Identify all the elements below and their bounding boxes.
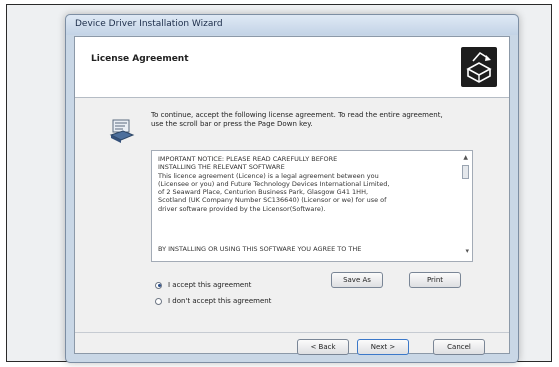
scroll-up-arrow-icon[interactable]: ▲ <box>463 154 468 161</box>
wizard-window: Device Driver Installation Wizard Licens… <box>65 14 519 363</box>
print-button[interactable]: Print <box>409 272 461 288</box>
window-title: Device Driver Installation Wizard <box>75 19 223 29</box>
page-title: License Agreement <box>91 54 189 64</box>
back-button[interactable]: < Back <box>297 339 349 355</box>
accept-agreement-option[interactable]: I accept this agreement <box>155 280 251 290</box>
accept-label: I accept this agreement <box>168 281 252 289</box>
image-frame: Device Driver Installation Wizard Licens… <box>6 4 552 363</box>
installer-box-icon <box>461 47 497 87</box>
license-certificate-icon <box>109 117 135 143</box>
title-bar[interactable]: Device Driver Installation Wizard <box>66 15 518 35</box>
decline-radio[interactable] <box>155 297 162 305</box>
save-as-button[interactable]: Save As <box>331 272 383 288</box>
scroll-thumb[interactable] <box>462 165 469 179</box>
instruction-text: To continue, accept the following licens… <box>151 111 443 128</box>
license-text: IMPORTANT NOTICE: PLEASE READ CAREFULLY … <box>158 155 390 213</box>
scroll-down-arrow-icon[interactable]: ▾ <box>465 247 469 255</box>
wizard-header: License Agreement <box>75 37 509 98</box>
wizard-client-area: License Agreement To continue, accept th… <box>74 36 510 355</box>
button-divider <box>75 332 509 333</box>
license-text-continuation: BY INSTALLING OR USING THIS SOFTWARE YOU… <box>158 245 362 253</box>
decline-label: I don't accept this agreement <box>168 297 272 305</box>
decline-agreement-option[interactable]: I don't accept this agreement <box>155 296 271 306</box>
cancel-button[interactable]: Cancel <box>433 339 485 355</box>
accept-radio[interactable] <box>155 281 162 289</box>
license-text-box[interactable]: IMPORTANT NOTICE: PLEASE READ CAREFULLY … <box>151 150 473 262</box>
next-button[interactable]: Next > <box>357 339 409 355</box>
license-scrollbar[interactable]: ▲ <box>460 152 471 242</box>
